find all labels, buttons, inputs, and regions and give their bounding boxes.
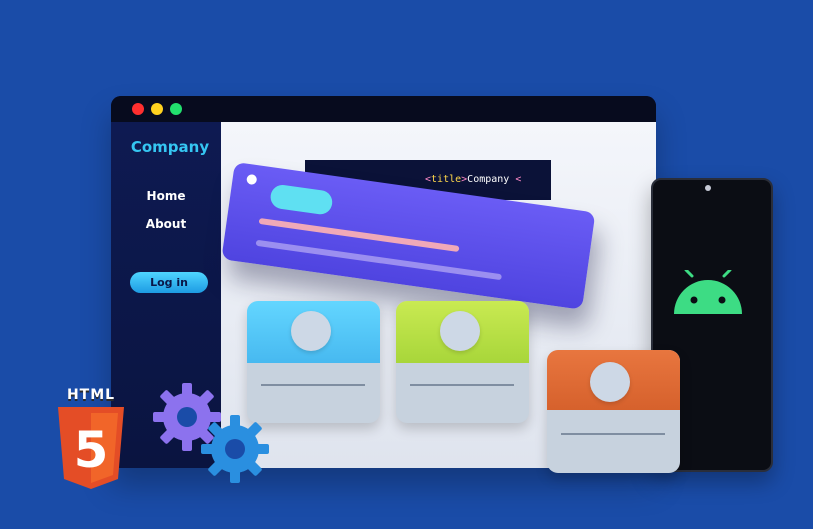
nav-link-home[interactable]: Home	[111, 189, 221, 203]
avatar	[590, 362, 630, 402]
maximize-window-button[interactable]	[170, 103, 182, 115]
android-icon	[674, 270, 742, 314]
html5-wordmark: HTML	[66, 387, 116, 403]
gear-icon	[201, 415, 269, 483]
window-titlebar	[111, 96, 656, 122]
html5-icon: HTML 5	[54, 387, 128, 491]
profile-card-blue[interactable]	[247, 301, 380, 423]
html5-number: 5	[74, 421, 109, 479]
hero-card-button[interactable]	[269, 183, 334, 216]
code-tag-name: title	[431, 174, 462, 185]
avatar	[291, 311, 331, 351]
login-button[interactable]: Log in	[130, 272, 208, 293]
code-title-text: Company	[467, 174, 510, 185]
hero-card-dot	[246, 173, 258, 186]
brand-logo-text: Company	[130, 138, 210, 156]
nav-link-about[interactable]: About	[111, 217, 221, 231]
illustration-scene: Company Home About Log in <title>Company…	[0, 0, 813, 529]
profile-card-line	[410, 384, 514, 386]
close-window-button[interactable]	[132, 103, 144, 115]
tablet-camera	[705, 185, 711, 191]
code-snippet: <title>Company <	[425, 174, 521, 185]
profile-card-line	[261, 384, 365, 386]
profile-card-orange[interactable]	[547, 350, 680, 473]
code-trailing-bracket: <	[515, 174, 522, 185]
profile-card-line	[561, 433, 665, 435]
minimize-window-button[interactable]	[151, 103, 163, 115]
avatar	[440, 311, 480, 351]
html5-shield-icon: 5	[58, 407, 124, 489]
profile-card-lime[interactable]	[396, 301, 529, 423]
